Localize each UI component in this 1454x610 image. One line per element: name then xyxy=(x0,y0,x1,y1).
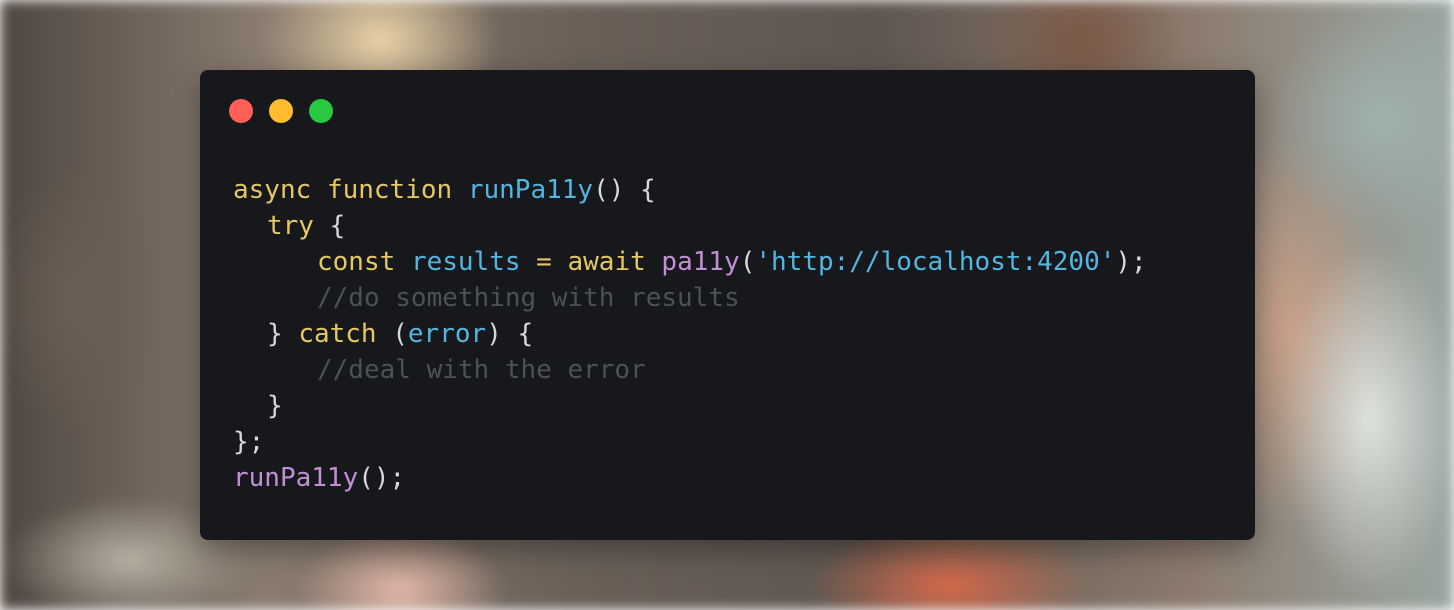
code-line-3: const results = await pa11y('http://loca… xyxy=(233,244,1147,280)
function-name: runPa11y xyxy=(467,175,594,205)
punctuation: }; xyxy=(233,427,265,457)
code-line-6: //deal with the error xyxy=(233,352,1147,388)
code-line-9: runPa11y(); xyxy=(233,460,1147,496)
variable-error: error xyxy=(407,319,487,349)
close-button[interactable] xyxy=(229,99,253,123)
call-pa11y: pa11y xyxy=(661,247,740,277)
code-line-5: } catch (error) { xyxy=(233,316,1147,352)
punctuation: () { xyxy=(593,175,656,205)
window-controls xyxy=(229,99,333,123)
code-line-7: } xyxy=(233,388,1147,424)
string-url: 'http://localhost:4200' xyxy=(755,247,1116,277)
code-line-2: try { xyxy=(233,208,1147,244)
punctuation: ( xyxy=(376,319,408,349)
keyword-catch: catch xyxy=(298,319,377,349)
code-block: async function runPa11y() {try {const re… xyxy=(233,172,1147,496)
maximize-button[interactable] xyxy=(309,99,333,123)
comment: //deal with the error xyxy=(317,355,646,385)
call-runpa11y: runPa11y xyxy=(233,463,359,493)
comment: //do something with results xyxy=(317,283,740,313)
punctuation: ) { xyxy=(486,319,534,349)
code-window: async function runPa11y() {try {const re… xyxy=(200,70,1255,540)
punctuation: } xyxy=(267,391,283,421)
minimize-button[interactable] xyxy=(269,99,293,123)
operator-equals: = xyxy=(520,247,568,277)
punctuation: ( xyxy=(739,247,756,277)
keyword-const: const xyxy=(317,247,396,277)
punctuation: (); xyxy=(358,463,406,493)
keyword-async: async xyxy=(233,175,312,205)
keyword-try: try xyxy=(267,211,314,241)
code-line-4: //do something with results xyxy=(233,280,1147,316)
code-line-1: async function runPa11y() { xyxy=(233,172,1147,208)
variable-results: results xyxy=(410,247,521,277)
punctuation: } xyxy=(267,319,299,349)
punctuation: ); xyxy=(1115,247,1147,277)
code-line-8: }; xyxy=(233,424,1147,460)
keyword-await: await xyxy=(567,247,646,277)
punctuation: { xyxy=(313,211,346,241)
keyword-function: function xyxy=(326,175,453,205)
